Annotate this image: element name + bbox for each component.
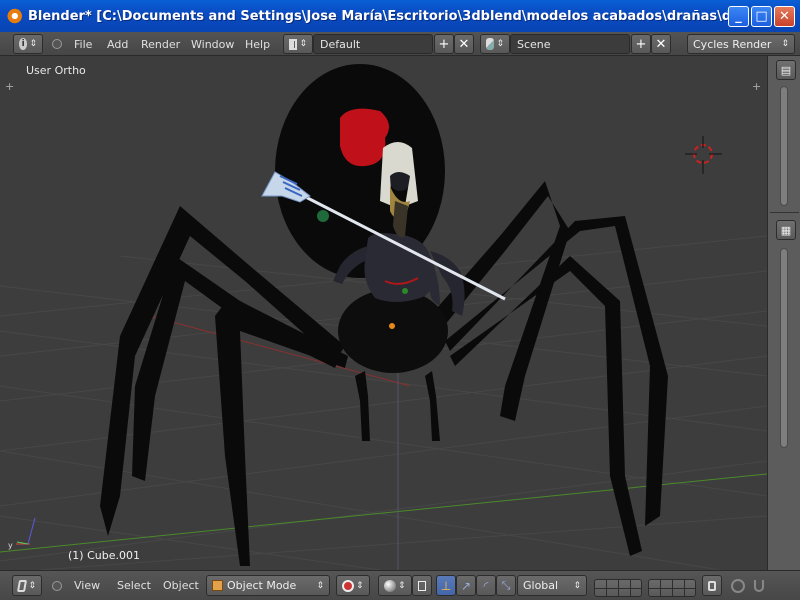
properties-expand-icon[interactable]: + [752, 80, 761, 93]
scene-icon [486, 38, 495, 50]
dropdown-arrows-icon: ⇕ [573, 580, 581, 591]
add-screen-button[interactable]: + [434, 34, 454, 54]
properties-strip: ▤ ▦ [767, 56, 800, 570]
scene-selector[interactable]: ⇕ [480, 34, 510, 54]
orientation-label: Global [523, 579, 559, 592]
collapse-dot-icon [52, 39, 62, 49]
editor-type-selector-3d[interactable]: ⇕ [12, 575, 42, 596]
window-title: Blender* [C:\Documents and Settings\Jose… [28, 8, 728, 24]
active-object-label: (1) Cube.001 [68, 549, 140, 562]
menu-help[interactable]: Help [245, 34, 270, 54]
manipulator-icon [418, 580, 426, 591]
viewport-shading-dropdown[interactable]: ⇕ [378, 575, 412, 596]
shading-icon [384, 579, 396, 592]
add-scene-button[interactable]: + [631, 34, 651, 54]
layer-buttons[interactable] [648, 578, 696, 597]
menu-select[interactable]: Select [117, 575, 151, 596]
toolshelf-expand-icon[interactable]: + [5, 80, 14, 93]
dropdown-arrows-icon: ⇕ [356, 580, 364, 591]
layer-buttons[interactable] [594, 578, 642, 597]
delete-screen-button[interactable]: ✕ [454, 34, 474, 54]
svg-text:y: y [8, 541, 13, 550]
info-icon: i [19, 38, 28, 50]
dropdown-arrows-icon: ⇕ [398, 580, 406, 591]
dropdown-arrows-icon: ⇕ [781, 39, 789, 49]
editor-type-selector[interactable]: i ⇕ [13, 34, 43, 54]
mode-dropdown[interactable]: Object Mode ⇕ [206, 575, 330, 596]
area-divider[interactable] [770, 212, 799, 213]
blender-logo-icon [6, 8, 22, 24]
menu-file[interactable]: File [74, 34, 92, 54]
scene-field[interactable]: Scene [510, 34, 630, 54]
blender-window: Blender* [C:\Documents and Settings\Jose… [0, 0, 800, 600]
outliner-editor-icon[interactable]: ▤ [776, 60, 796, 80]
manipulator-toggle[interactable] [412, 575, 432, 596]
menu-object[interactable]: Object [163, 575, 199, 596]
menu-add[interactable]: Add [107, 34, 128, 54]
dropdown-arrows-icon: ⇕ [299, 39, 307, 49]
translate-arrow-icon: ⊥ [440, 578, 452, 593]
render-engine-label: Cycles Render [693, 37, 772, 51]
3d-viewport[interactable]: y User Ortho (1) Cube.001 + + [0, 56, 767, 570]
layout-icon [289, 38, 298, 50]
3d-cursor-icon [685, 136, 722, 174]
scale-icon: ⤡ [501, 578, 511, 592]
move-manipulator-button[interactable]: ↗ [456, 575, 476, 596]
collapse-menu-toggle[interactable] [52, 34, 62, 54]
view-label: User Ortho [26, 64, 86, 77]
delete-scene-button[interactable]: ✕ [651, 34, 671, 54]
3d-view-icon [16, 579, 28, 592]
collapse-menu-toggle-3d[interactable] [52, 575, 62, 596]
title-bar: Blender* [C:\Documents and Settings\Jose… [0, 0, 800, 32]
layer-lock-icon [708, 580, 716, 591]
dropdown-arrows-icon: ⇕ [28, 580, 36, 591]
menu-view[interactable]: View [74, 575, 100, 596]
proportional-edit-icon [731, 578, 745, 593]
dropdown-arrows-icon: ⇕ [316, 580, 324, 591]
snap-toggle[interactable] [752, 575, 766, 596]
properties-scrollbar[interactable] [780, 248, 788, 448]
maximize-button[interactable]: □ [751, 6, 772, 27]
axis-gizmo-icon: y [8, 517, 36, 550]
move-arrow-icon: ↗ [460, 578, 472, 593]
properties-editor-icon[interactable]: ▦ [776, 220, 796, 240]
screen-layout-field[interactable]: Default [313, 34, 433, 54]
object-origin-icon [389, 323, 395, 329]
lock-layers-button[interactable] [702, 575, 722, 596]
collapse-dot-icon [52, 580, 62, 591]
close-button[interactable]: ✕ [774, 6, 795, 27]
outliner-scrollbar[interactable] [780, 86, 788, 206]
3d-view-header: ⇕ View Select Object Object Mode ⇕ ⇕ ⇕ ⊥ [0, 570, 800, 600]
pivot-point-dropdown[interactable]: ⇕ [336, 575, 370, 596]
transform-orientation-dropdown[interactable]: Global ⇕ [517, 575, 587, 596]
menu-window[interactable]: Window [191, 34, 234, 54]
rotate-arc-icon: ◜ [483, 578, 489, 593]
menu-render[interactable]: Render [141, 34, 180, 54]
red-marking [340, 108, 389, 167]
rotate-manipulator-button[interactable]: ◜ [476, 575, 496, 596]
mode-label: Object Mode [227, 579, 297, 592]
snap-magnet-icon [754, 579, 764, 592]
screen-layout-selector[interactable]: ⇕ [283, 34, 313, 54]
scale-manipulator-button[interactable]: ⤡ [496, 575, 516, 596]
scene-layers-grid-2[interactable] [648, 577, 696, 598]
translate-manipulator-button[interactable]: ⊥ [436, 575, 456, 596]
dropdown-arrows-icon: ⇕ [29, 39, 37, 49]
render-engine-dropdown[interactable]: Cycles Render ⇕ [687, 34, 795, 54]
scene-layers-grid-1[interactable] [594, 577, 642, 598]
viewport-scene: y [0, 64, 767, 570]
proportional-edit-toggle[interactable] [728, 575, 748, 596]
pivot-icon [342, 579, 354, 592]
dropdown-arrows-icon: ⇕ [496, 39, 504, 49]
minimize-button[interactable]: _ [728, 6, 749, 27]
object-mode-icon [212, 580, 223, 591]
info-header: i ⇕ File Add Render Window Help ⇕ Defaul… [0, 32, 800, 56]
